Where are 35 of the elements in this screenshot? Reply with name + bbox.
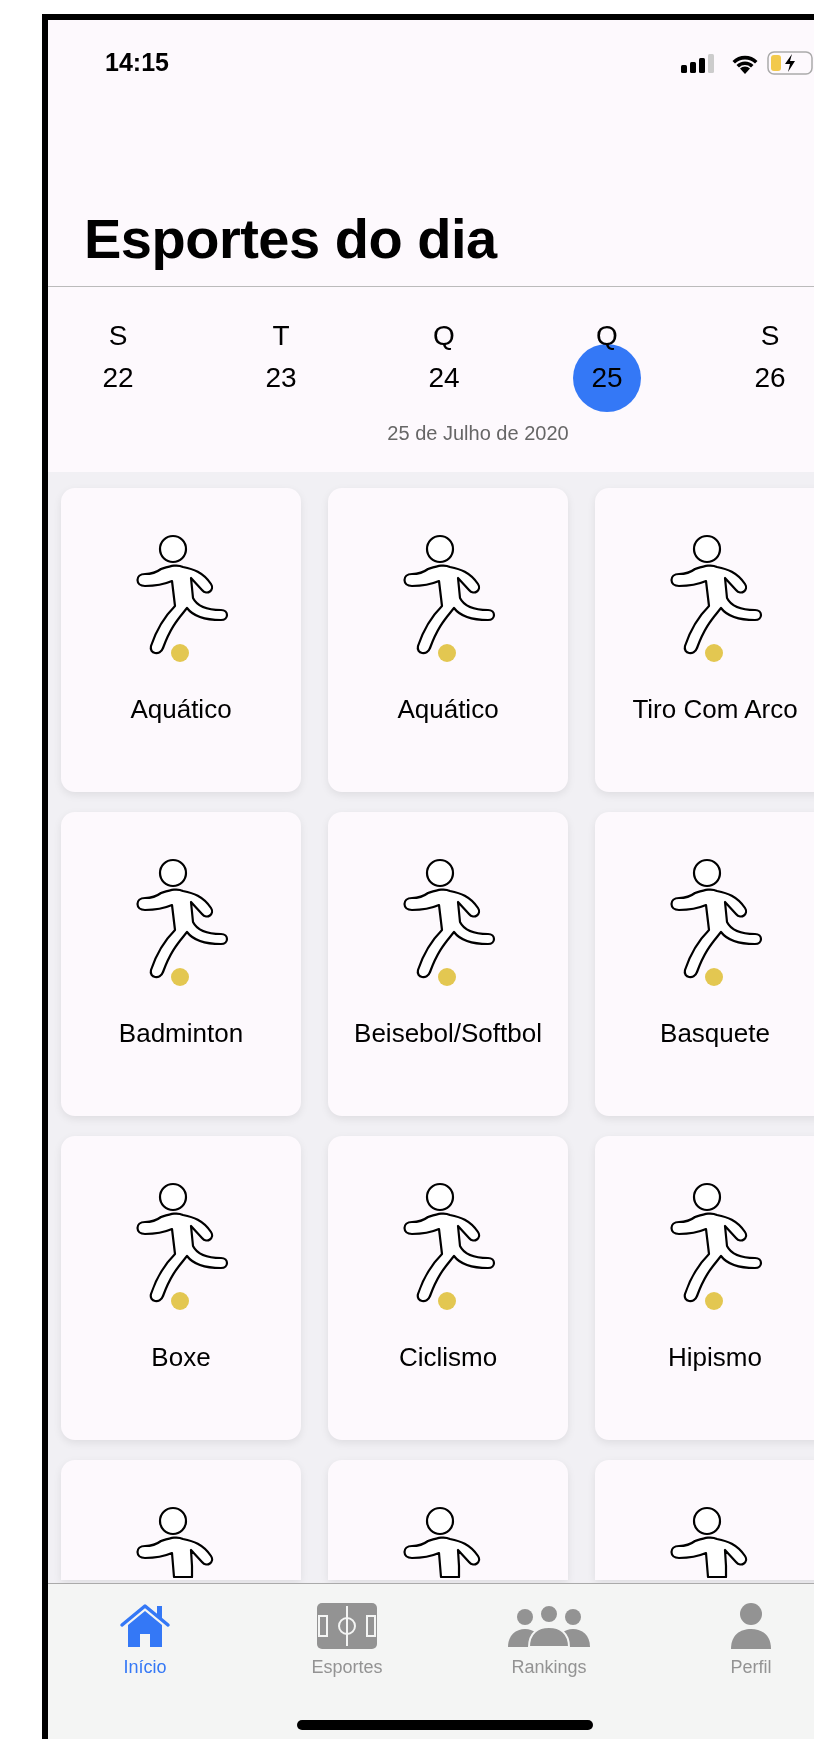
group-icon xyxy=(508,1603,590,1649)
person-icon xyxy=(731,1603,771,1649)
sport-card[interactable] xyxy=(61,1460,301,1580)
sport-name: Tiro Com Arco xyxy=(632,694,798,725)
page-title: Esportes do dia xyxy=(84,206,497,271)
sport-card[interactable]: Aquático xyxy=(61,488,301,792)
signal-icon xyxy=(680,52,717,73)
sport-name: Aquático xyxy=(130,694,232,725)
day-item[interactable]: S 22 xyxy=(48,320,188,412)
sport-name: Ciclismo xyxy=(398,1342,498,1373)
sport-card[interactable]: Beisebol/Softbol xyxy=(328,812,568,1116)
status-time: 14:15 xyxy=(105,48,169,77)
sport-card[interactable]: Hipismo xyxy=(595,1136,814,1440)
home-icon xyxy=(119,1603,171,1649)
date-caption: 25 de Julho de 2020 xyxy=(386,421,570,446)
day-item[interactable]: Q 24 xyxy=(374,320,514,412)
sport-name: Boxe xyxy=(151,1342,211,1373)
sport-name: Basquete xyxy=(660,1018,770,1049)
soccer-field-icon xyxy=(317,1603,377,1649)
day-item[interactable]: Q 25 xyxy=(537,320,677,412)
tab-item[interactable]: Início xyxy=(48,1603,246,1678)
sport-card[interactable]: Badminton xyxy=(61,812,301,1116)
sport-card[interactable]: Tiro Com Arco xyxy=(595,488,814,792)
sport-name: Badminton xyxy=(118,1018,244,1049)
sport-name: Beisebol/Softbol xyxy=(354,1018,542,1049)
sport-card[interactable]: Ciclismo xyxy=(328,1136,568,1440)
sport-card[interactable]: Aquático xyxy=(328,488,568,792)
sport-card[interactable] xyxy=(328,1460,568,1580)
sport-name: Hipismo xyxy=(668,1342,762,1373)
sport-card[interactable]: Boxe xyxy=(61,1136,301,1440)
sport-card[interactable] xyxy=(595,1460,814,1580)
day-item[interactable]: S 26 xyxy=(700,320,814,412)
day-item[interactable]: T 23 xyxy=(211,320,351,412)
sport-name: Aquático xyxy=(397,694,499,725)
sport-card[interactable]: Basquete xyxy=(595,812,814,1116)
